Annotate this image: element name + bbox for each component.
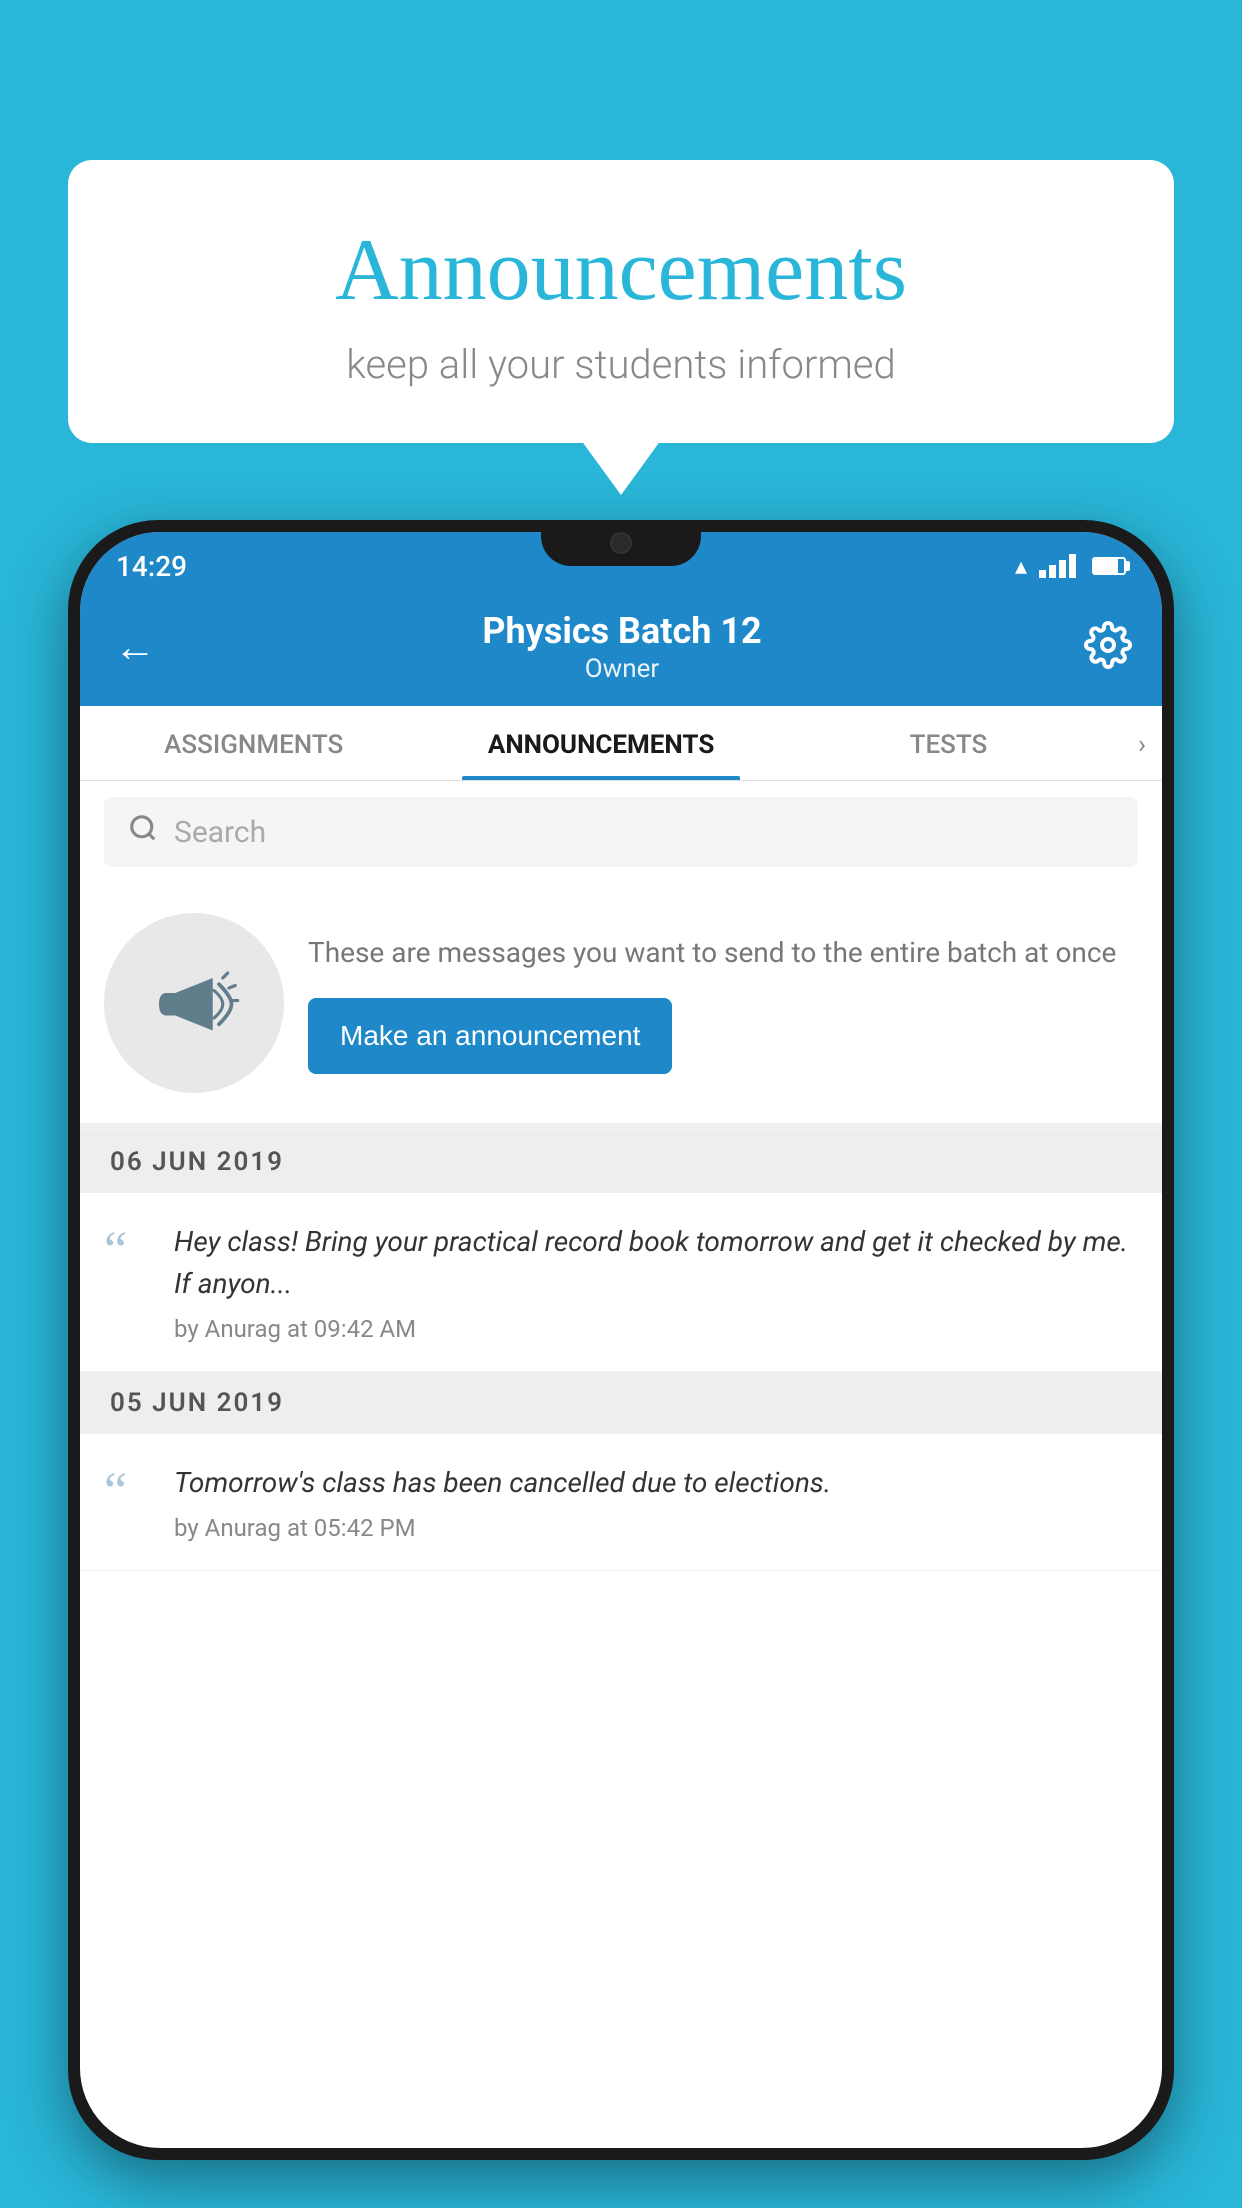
search-bar[interactable]: Search — [104, 797, 1138, 867]
search-icon — [128, 813, 158, 851]
tab-more[interactable]: › — [1122, 706, 1162, 780]
tab-tests[interactable]: TESTS — [775, 706, 1122, 780]
date-separator-2: 05 JUN 2019 — [80, 1372, 1162, 1434]
announcement-text-1: Hey class! Bring your practical record b… — [174, 1221, 1138, 1305]
announcement-content-2: Tomorrow's class has been cancelled due … — [174, 1462, 1138, 1542]
back-button[interactable]: ← — [110, 619, 160, 676]
battery-icon — [1092, 557, 1126, 575]
tabs-bar: ASSIGNMENTS ANNOUNCEMENTS TESTS › — [80, 706, 1162, 781]
search-placeholder: Search — [174, 815, 266, 850]
tab-announcements[interactable]: ANNOUNCEMENTS — [427, 706, 774, 780]
header-subtitle: Owner — [160, 654, 1084, 684]
gear-icon — [1084, 621, 1132, 669]
date-separator-1: 06 JUN 2019 — [80, 1131, 1162, 1193]
signal-bars — [1039, 554, 1076, 578]
app-header: ← Physics Batch 12 Owner — [80, 592, 1162, 706]
tab-assignments[interactable]: ASSIGNMENTS — [80, 706, 427, 780]
promo-description: These are messages you want to send to t… — [308, 932, 1138, 974]
search-container: Search — [80, 781, 1162, 883]
settings-button[interactable] — [1084, 621, 1132, 673]
make-announcement-button[interactable]: Make an announcement — [308, 998, 672, 1074]
notch — [541, 520, 701, 566]
announcement-text-2: Tomorrow's class has been cancelled due … — [174, 1462, 1138, 1504]
announcement-content-1: Hey class! Bring your practical record b… — [174, 1221, 1138, 1343]
bubble-subtitle: keep all your students informed — [128, 341, 1114, 388]
announcement-meta-2: by Anurag at 05:42 PM — [174, 1514, 1138, 1542]
promo-right: These are messages you want to send to t… — [308, 932, 1138, 1074]
announcement-item-2[interactable]: “ Tomorrow's class has been cancelled du… — [80, 1434, 1162, 1571]
phone: 14:29 ▴ — [68, 520, 1174, 2160]
announcement-item-1[interactable]: “ Hey class! Bring your practical record… — [80, 1193, 1162, 1372]
signal-bar-3 — [1059, 560, 1066, 578]
header-center: Physics Batch 12 Owner — [160, 610, 1084, 684]
announcement-meta-1: by Anurag at 09:42 AM — [174, 1315, 1138, 1343]
announcement-icon-circle — [104, 913, 284, 1093]
promo-card: These are messages you want to send to t… — [80, 883, 1162, 1131]
signal-bar-4 — [1069, 554, 1076, 578]
header-title: Physics Batch 12 — [160, 610, 1084, 652]
bubble-title: Announcements — [128, 220, 1114, 321]
signal-bar-1 — [1039, 570, 1046, 578]
quote-icon-1: “ — [104, 1225, 154, 1277]
status-time: 14:29 — [116, 550, 187, 583]
quote-icon-2: “ — [104, 1466, 154, 1518]
status-icons: ▴ — [1015, 552, 1126, 580]
megaphone-icon — [144, 953, 244, 1053]
wifi-icon: ▴ — [1015, 552, 1027, 580]
speech-bubble-container: Announcements keep all your students inf… — [68, 160, 1174, 443]
notch-camera — [610, 532, 632, 554]
signal-bar-2 — [1049, 565, 1056, 578]
phone-container: 14:29 ▴ — [68, 520, 1174, 2208]
phone-screen: 14:29 ▴ — [80, 532, 1162, 2148]
battery-fill — [1094, 559, 1118, 573]
speech-bubble: Announcements keep all your students inf… — [68, 160, 1174, 443]
